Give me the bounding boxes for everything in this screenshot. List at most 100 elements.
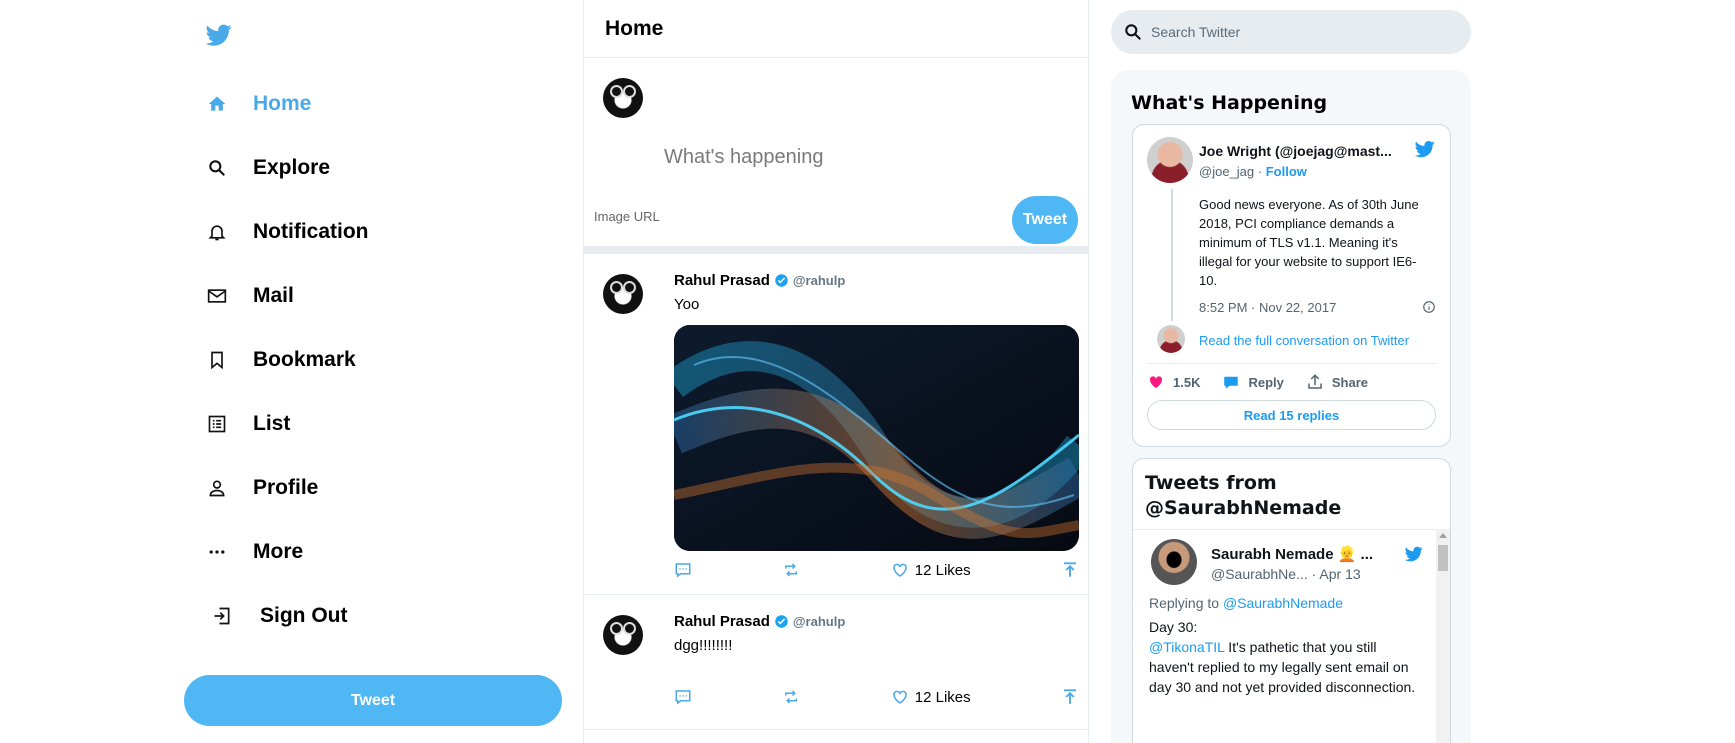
- search-icon: [1125, 24, 1141, 40]
- post-actions: 12 Likes: [674, 559, 1079, 581]
- embed-author-name[interactable]: Joe Wright (@joejag@mast...: [1199, 143, 1404, 159]
- read-replies-button[interactable]: Read 15 replies: [1147, 400, 1436, 430]
- embed-reply-button[interactable]: Reply: [1222, 373, 1284, 391]
- embed-reply-label: Reply: [1248, 374, 1284, 390]
- verified-icon: [775, 274, 788, 287]
- timeline-tweet-text: Day 30: @TikonaTIL It's pathetic that you…: [1149, 617, 1424, 697]
- post-actions: 12 Likes: [674, 686, 1079, 708]
- scroll-up-arrow-icon[interactable]: [1439, 533, 1447, 538]
- like-count: 12 Likes: [914, 688, 971, 706]
- divider: [1147, 363, 1436, 364]
- widgets-panel: What's Happening Joe Wright (@joejag@mas…: [1111, 70, 1471, 743]
- share-button[interactable]: [1061, 688, 1079, 706]
- nav-label: Explore: [253, 156, 331, 179]
- tweet-input[interactable]: [664, 142, 1064, 172]
- timeline-author-name[interactable]: Saurabh Nemade 👱 ...: [1211, 545, 1373, 563]
- avatar: [603, 274, 643, 314]
- replying-prefix: Replying to: [1149, 595, 1223, 611]
- search-bar[interactable]: [1111, 10, 1471, 54]
- nav-list[interactable]: List: [205, 404, 290, 444]
- post-header: Rahul Prasad @rahulp: [674, 272, 845, 289]
- comment-button[interactable]: [674, 688, 692, 706]
- sign-out-icon: [210, 604, 234, 628]
- read-conversation-link[interactable]: Read the full conversation on Twitter: [1199, 333, 1409, 348]
- mention-link[interactable]: @TikonaTIL: [1149, 639, 1224, 655]
- embed-timestamp[interactable]: 8:52 PM · Nov 22, 2017: [1199, 300, 1336, 315]
- post-author-name[interactable]: Rahul Prasad: [674, 272, 770, 289]
- embed-share-label: Share: [1331, 374, 1369, 390]
- retweet-icon: [785, 690, 798, 704]
- left-sidebar: Home Explore Notification Mail Bookmark …: [0, 0, 583, 743]
- retweet-button[interactable]: [782, 688, 800, 706]
- nav-notification[interactable]: Notification: [205, 212, 369, 252]
- nav-label: Home: [253, 92, 312, 115]
- post-image[interactable]: [674, 325, 1079, 551]
- nav-label: Notification: [253, 220, 369, 243]
- twitter-logo-icon[interactable]: [204, 22, 234, 48]
- heart-icon: [893, 563, 907, 577]
- embed-share-button[interactable]: Share: [1306, 373, 1368, 391]
- thread-line: [1171, 189, 1173, 321]
- like-button[interactable]: 12 Likes: [891, 561, 971, 579]
- info-icon[interactable]: [1422, 300, 1436, 314]
- embed-like-button[interactable]: 1.5K: [1147, 373, 1200, 391]
- scrollbar[interactable]: [1436, 529, 1450, 743]
- embed-author-handle: @joe_jag · Follow: [1199, 164, 1307, 179]
- timeline-title-line2[interactable]: @SaurabhNemade: [1145, 497, 1341, 519]
- twitter-bird-icon[interactable]: [1414, 139, 1436, 159]
- nav-home[interactable]: Home: [205, 84, 311, 124]
- sidebar-tweet-button[interactable]: Tweet: [184, 675, 562, 726]
- person-icon: [205, 476, 229, 500]
- nav-label: List: [253, 412, 291, 435]
- reply-bubble-icon: [1224, 376, 1239, 389]
- avatar-small: [1157, 325, 1185, 353]
- share-button[interactable]: [1061, 561, 1079, 579]
- avatar[interactable]: [1151, 539, 1197, 585]
- post-author-handle: @rahulp: [792, 273, 846, 288]
- twitter-bird-icon[interactable]: [1404, 545, 1424, 563]
- like-button[interactable]: 12 Likes: [891, 688, 971, 706]
- like-count: 12 Likes: [914, 561, 971, 579]
- embedded-tweet: Joe Wright (@joejag@mast... @joe_jag · F…: [1132, 124, 1451, 447]
- nav-label: Profile: [253, 476, 319, 499]
- scrollbar-thumb[interactable]: [1438, 545, 1448, 571]
- nav-explore[interactable]: Explore: [205, 148, 330, 188]
- post-text: dgg!!!!!!!!: [674, 637, 733, 654]
- replying-to-link[interactable]: @SaurabhNemade: [1223, 595, 1343, 611]
- post-author-handle: @rahulp: [792, 614, 846, 629]
- comment-button[interactable]: [674, 561, 692, 579]
- composer-tweet-button[interactable]: Tweet: [1012, 196, 1078, 244]
- avatar: [603, 78, 643, 118]
- nav-bookmark[interactable]: Bookmark: [205, 340, 356, 380]
- nav-mail[interactable]: Mail: [205, 276, 294, 316]
- embed-actions: 1.5K Reply Share: [1147, 373, 1390, 391]
- avatar[interactable]: [1147, 137, 1193, 183]
- sign-out-label: Sign Out: [260, 604, 348, 627]
- post-text: Yoo: [674, 296, 700, 313]
- sign-out-button[interactable]: Sign Out: [210, 596, 348, 636]
- timeline-widget: Tweets from @SaurabhNemade Saurabh Nemade…: [1132, 458, 1451, 743]
- embed-text: Good news everyone. As of 30th June 2018…: [1199, 197, 1419, 288]
- bookmark-icon: [205, 348, 229, 372]
- timeline-title: Tweets from @SaurabhNemade: [1145, 471, 1341, 521]
- follow-link[interactable]: Follow: [1266, 164, 1307, 179]
- nav-more[interactable]: More: [205, 532, 303, 572]
- nav-profile[interactable]: Profile: [205, 468, 318, 508]
- feed-header: Home: [584, 0, 1088, 58]
- comment-icon: [675, 563, 691, 578]
- retweet-button[interactable]: [782, 561, 800, 579]
- separator: ·: [1257, 164, 1263, 179]
- divider: [1133, 529, 1438, 530]
- feed: Home Tweet Rahul Prasad @rahulp Yoo: [583, 0, 1089, 743]
- whats-happening-title: What's Happening: [1131, 92, 1328, 114]
- image-url-input[interactable]: [594, 206, 894, 226]
- search-input[interactable]: [1151, 24, 1451, 40]
- post-author-name[interactable]: Rahul Prasad: [674, 613, 770, 630]
- search-icon: [205, 156, 229, 180]
- more-icon: [205, 540, 229, 564]
- timeline-date[interactable]: · Apr 13: [1312, 566, 1361, 582]
- avatar: [603, 615, 643, 655]
- mail-icon: [205, 284, 229, 308]
- home-icon: [205, 92, 229, 116]
- nav-label: Mail: [253, 284, 294, 307]
